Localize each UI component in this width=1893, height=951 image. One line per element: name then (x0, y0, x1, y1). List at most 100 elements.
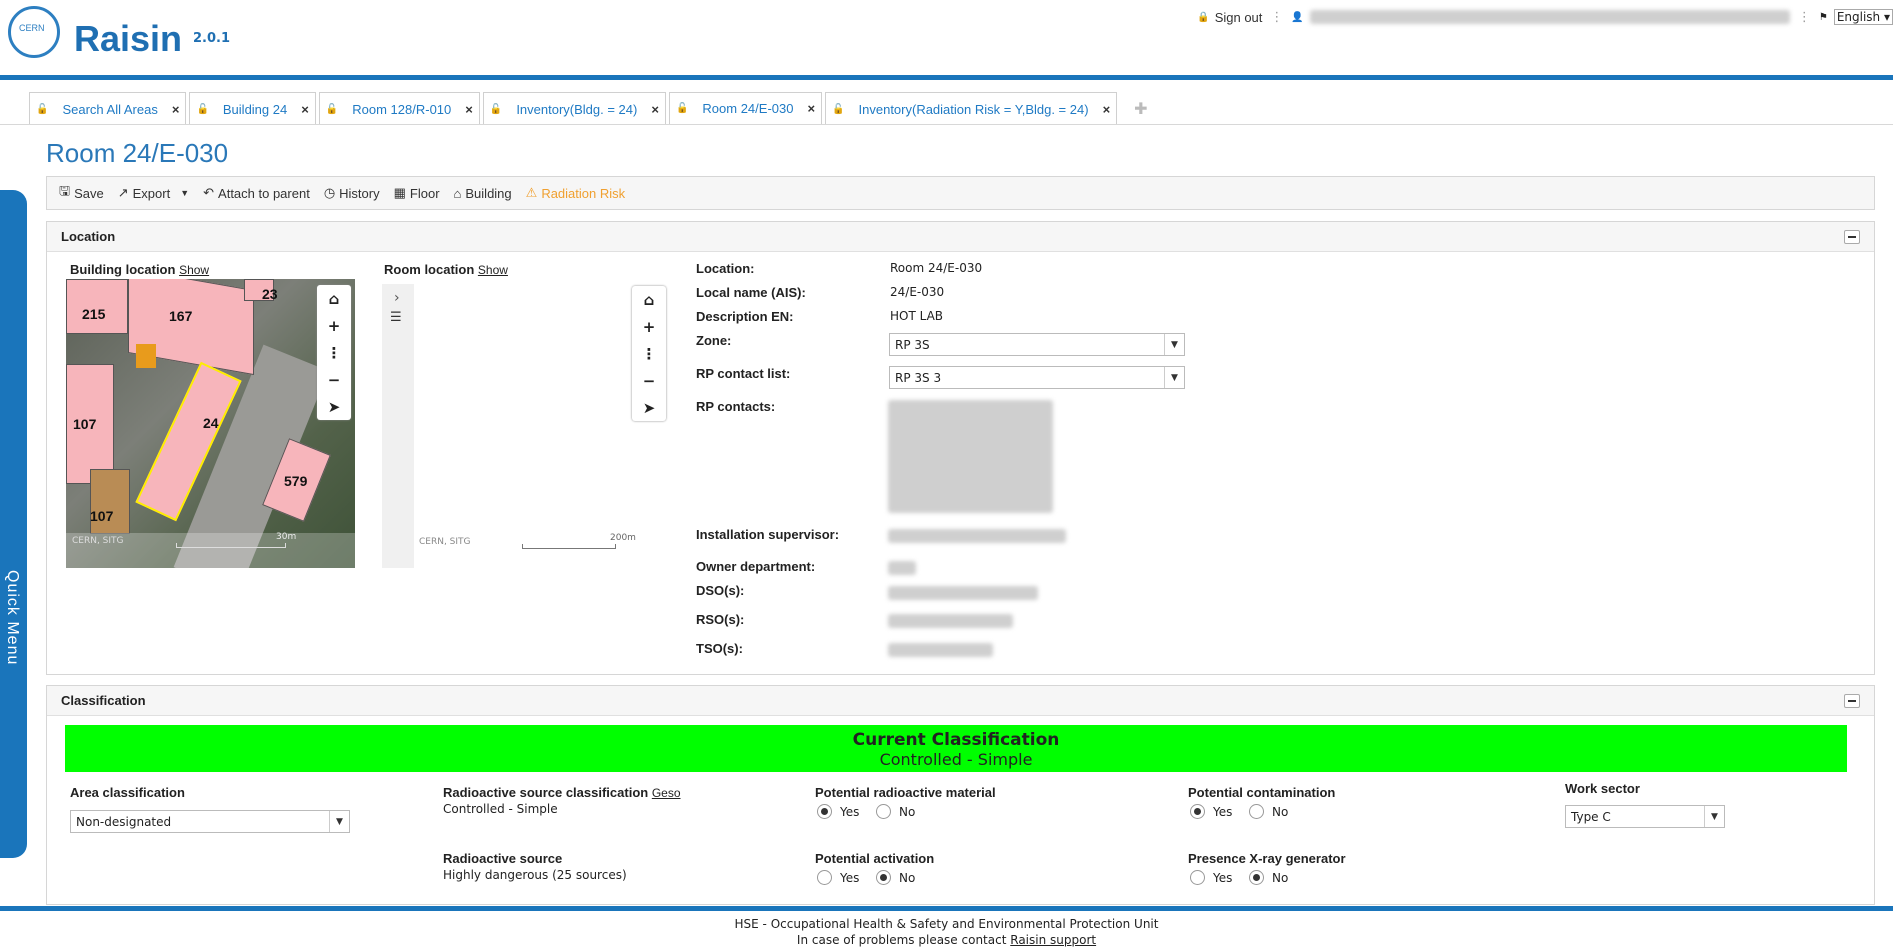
map-side-panel: › ☰ (382, 284, 414, 568)
building-button[interactable]: ⌂ Building (454, 186, 512, 201)
map-attribution: CERN, SITG (419, 537, 471, 547)
presence-xray-no[interactable]: No (1249, 870, 1288, 885)
zoom-in-icon[interactable]: + (317, 312, 351, 339)
language-select[interactable]: English ▾ (1833, 9, 1893, 25)
tab-building-24[interactable]: 🔓 Building 24 × (189, 92, 316, 125)
separator: ⋮ (1797, 9, 1811, 25)
export-button[interactable]: ↗ Export ▼ (118, 185, 189, 201)
dso-redacted (888, 586, 1038, 600)
save-button[interactable]: 🖫 Save (59, 182, 104, 204)
chevron-down-icon[interactable]: ▼ (1704, 806, 1724, 827)
radio-button[interactable] (1249, 870, 1264, 885)
locate-icon[interactable]: ➤ (317, 393, 351, 420)
chevron-right-icon[interactable]: › (394, 290, 400, 306)
sign-out-link[interactable]: Sign out (1215, 10, 1263, 25)
radio-button[interactable] (817, 804, 832, 819)
zone-select[interactable]: RP 3S ▼ (889, 333, 1185, 356)
unlock-icon[interactable]: 🔓 (326, 104, 338, 115)
unlock-icon[interactable]: 🔓 (36, 104, 48, 115)
show-room-map-link[interactable]: Show (478, 263, 508, 277)
presence-xray-yes[interactable]: Yes (1190, 870, 1232, 885)
caret-down-icon[interactable]: ▼ (180, 188, 189, 198)
radio-button[interactable] (876, 804, 891, 819)
unlock-icon[interactable]: 🔓 (196, 104, 208, 115)
work-sector-select[interactable]: Type C ▼ (1565, 805, 1725, 828)
potential-radioactive-material-yes[interactable]: Yes (817, 804, 859, 819)
tab-bar: 🔓 Search All Areas × 🔓 Building 24 × 🔓 Room 1… (29, 92, 1165, 125)
chevron-down-icon[interactable]: ▼ (329, 811, 349, 832)
warning-icon: ⚠ (525, 185, 538, 200)
tab-search-all-areas[interactable]: 🔓 Search All Areas × (29, 92, 187, 125)
locate-icon[interactable]: ➤ (632, 394, 666, 421)
list-icon[interactable]: ☰ (390, 310, 402, 325)
classification-panel-header[interactable]: Classification (47, 686, 1874, 716)
flag-icon: ⚑ (1818, 11, 1828, 23)
tab-divider (0, 124, 1893, 125)
tab-inventory-bldg-24[interactable]: 🔓 Inventory(Bldg. = 24) × (482, 92, 666, 125)
unlock-icon[interactable]: 🔓 (676, 103, 688, 114)
raisin-support-link[interactable]: Raisin support (1010, 933, 1096, 947)
more-icon[interactable]: ⋮ (317, 339, 351, 366)
potential-contamination-yes[interactable]: Yes (1190, 804, 1232, 819)
close-icon[interactable]: × (465, 102, 473, 117)
radio-button[interactable] (817, 870, 832, 885)
close-icon[interactable]: × (651, 102, 659, 117)
chevron-down-icon[interactable]: ▼ (1164, 334, 1184, 355)
quick-menu[interactable]: Quick Menu (0, 190, 27, 858)
chevron-down-icon[interactable]: ▼ (1164, 367, 1184, 388)
close-icon[interactable]: × (807, 101, 815, 116)
tab-room-24-e-030[interactable]: 🔓 Room 24/E-030 × (668, 92, 823, 125)
save-icon: 🖫 (59, 183, 71, 198)
building-location-map[interactable]: 215 167 23 107 24 579 107 CERN, SITG 30m… (66, 279, 355, 568)
geso-link[interactable]: Geso (652, 786, 681, 800)
app-name: Raisin (74, 18, 183, 59)
zoom-out-icon[interactable]: − (632, 367, 666, 394)
close-icon[interactable]: × (1103, 102, 1111, 117)
building-number: 167 (169, 308, 193, 324)
checkerboard-icon: ▦ (393, 185, 406, 200)
potential-contamination-no[interactable]: No (1249, 804, 1288, 819)
zoom-in-icon[interactable]: + (632, 313, 666, 340)
home-icon[interactable]: ⌂ (317, 285, 351, 312)
floor-button[interactable]: ▦ Floor (394, 185, 440, 201)
area-classification-select[interactable]: Non-designated ▼ (70, 810, 350, 833)
add-tab-button[interactable]: ✚ (1120, 92, 1162, 125)
close-icon[interactable]: × (301, 102, 309, 117)
tab-room-128[interactable]: 🔓 Room 128/R-010 × (318, 92, 480, 125)
collapse-icon[interactable] (1844, 230, 1860, 244)
toolbar: 🖫 Save ↗ Export ▼ ↶ Attach to parent ◷ Histor… (46, 176, 1875, 210)
presence-xray-label: Presence X-ray generator (1188, 851, 1346, 866)
zone-label: Zone: (696, 333, 732, 348)
attach-to-parent-button[interactable]: ↶ Attach to parent (203, 185, 310, 201)
building-location-label: Building location Show (70, 262, 210, 277)
potential-activation-yes[interactable]: Yes (817, 870, 859, 885)
potential-radioactive-material-no[interactable]: No (876, 804, 915, 819)
radio-button[interactable] (1190, 804, 1205, 819)
cern-logo[interactable]: CERN (8, 6, 60, 58)
close-icon[interactable]: × (172, 102, 180, 117)
footer-unit: HSE - Occupational Health & Safety and E… (734, 917, 1159, 931)
room-location-map[interactable]: › ☰ ⌂ + ⋮ − ➤ CERN, SITG 200m (382, 284, 667, 568)
unlock-icon[interactable]: 🔓 (490, 104, 502, 115)
unlock-icon[interactable]: 🔓 (832, 104, 844, 115)
rp-contacts-redacted (888, 400, 1053, 513)
building-number: 215 (82, 306, 106, 322)
user-icon: 👤 (1291, 11, 1304, 23)
show-building-map-link[interactable]: Show (179, 263, 209, 277)
location-panel-header[interactable]: Location (47, 222, 1874, 252)
history-button[interactable]: ◷ History (324, 185, 380, 201)
map-scale-label: 30m (276, 532, 297, 542)
map-scale-label: 200m (610, 533, 636, 543)
zoom-out-icon[interactable]: − (317, 366, 351, 393)
home-icon[interactable]: ⌂ (632, 286, 666, 313)
radiation-risk-button[interactable]: ⚠ Radiation Risk (526, 185, 625, 201)
radio-button[interactable] (1190, 870, 1205, 885)
footer: HSE - Occupational Health & Safety and E… (0, 906, 1893, 951)
radio-button[interactable] (876, 870, 891, 885)
collapse-icon[interactable] (1844, 694, 1860, 708)
tab-inventory-radiation-risk[interactable]: 🔓 Inventory(Radiation Risk = Y,Bldg. = 24… (825, 92, 1118, 125)
radio-button[interactable] (1249, 804, 1264, 819)
potential-activation-no[interactable]: No (876, 870, 915, 885)
more-icon[interactable]: ⋮ (632, 340, 666, 367)
rp-contact-list-select[interactable]: RP 3S 3 ▼ (889, 366, 1185, 389)
